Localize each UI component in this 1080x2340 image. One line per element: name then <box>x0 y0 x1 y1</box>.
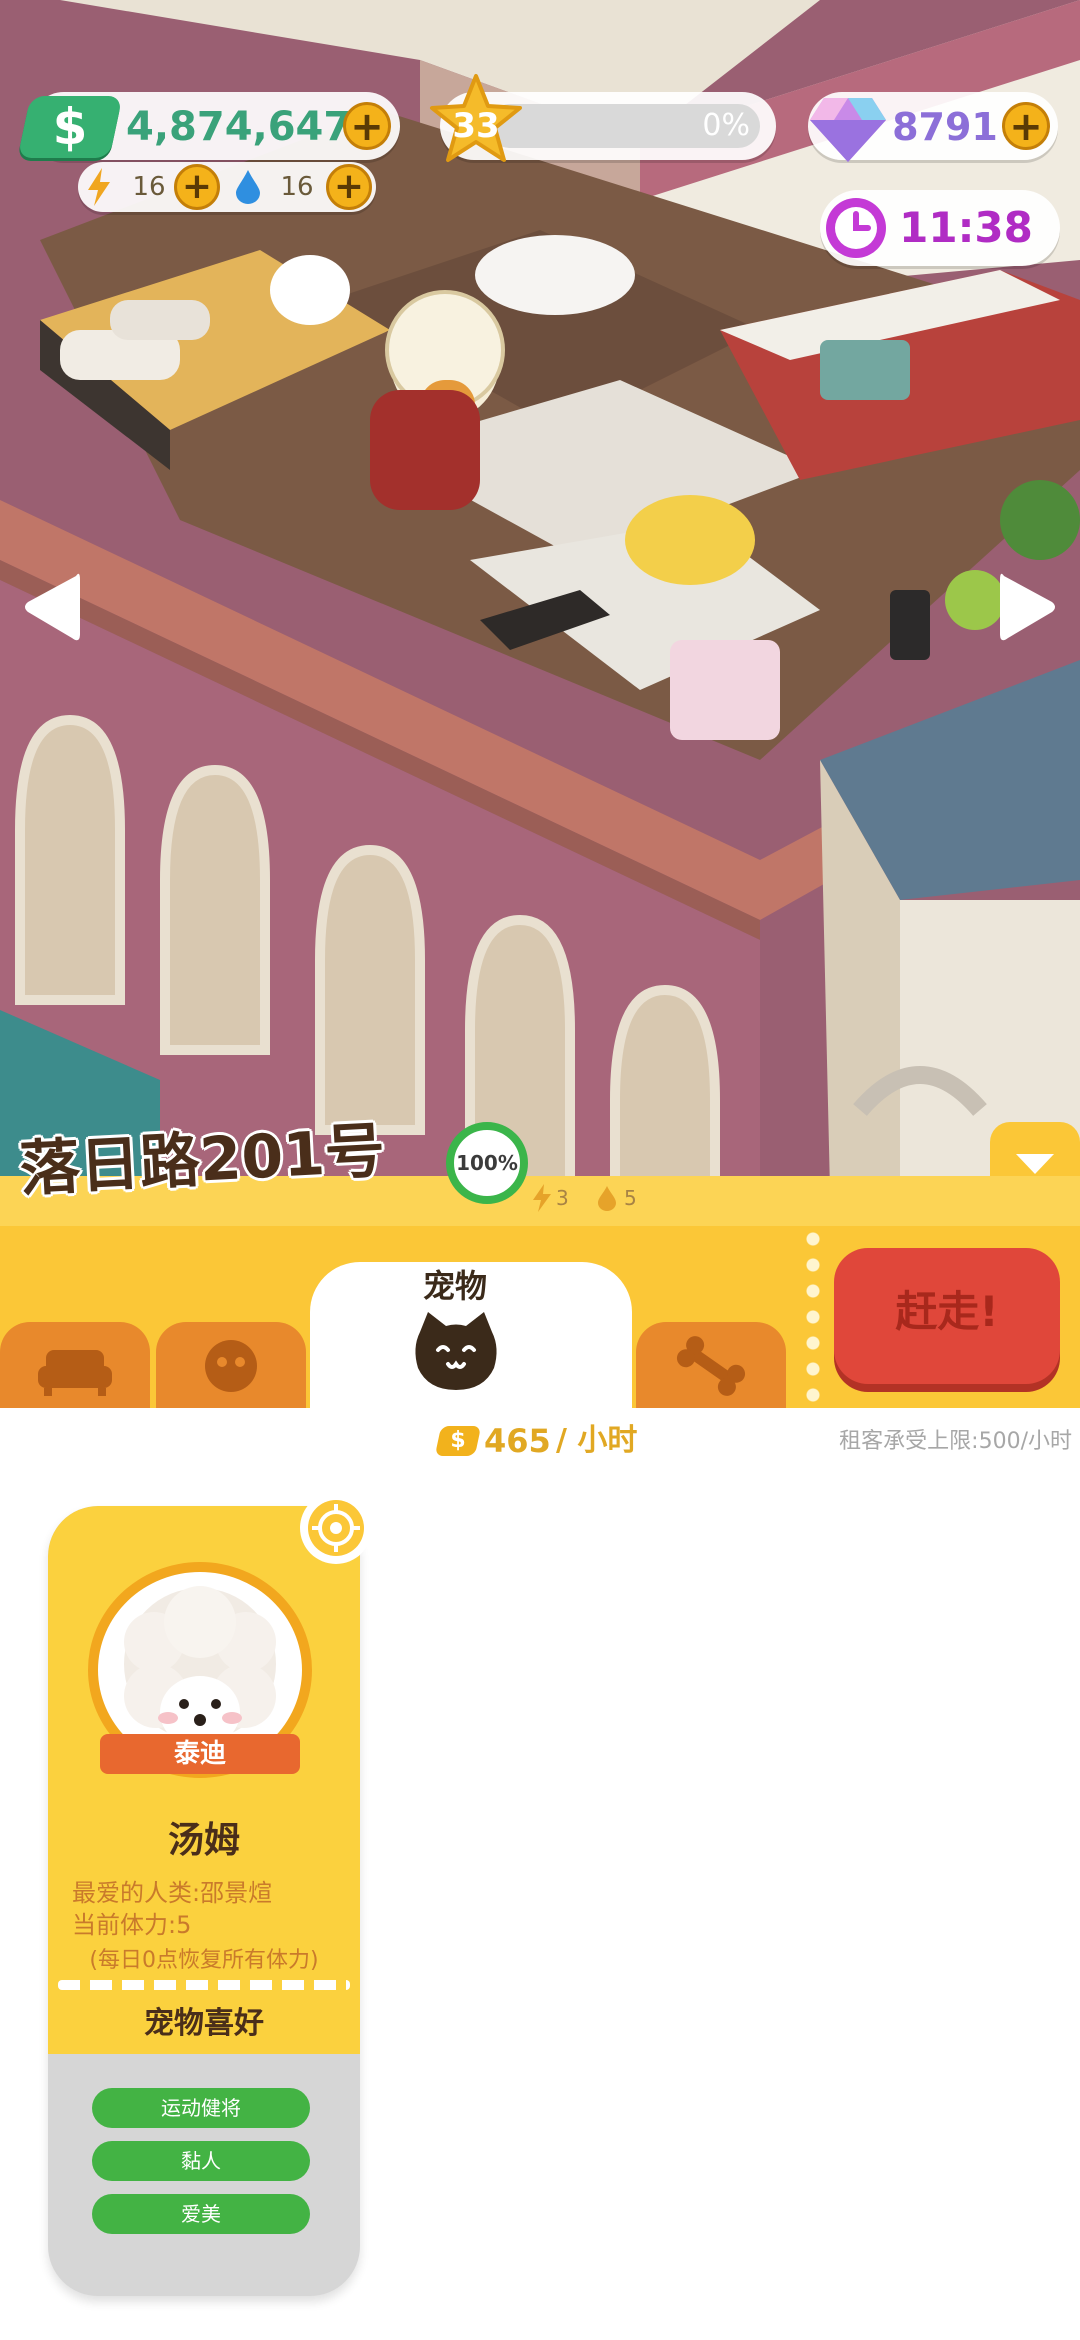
pet-recover-note: (每日0点恢复所有体力) <box>89 1948 319 1973</box>
completion-value: 100% <box>456 1151 518 1175</box>
tab-pet-items[interactable] <box>636 1322 786 1408</box>
money-value: 4,874,647 <box>126 104 352 150</box>
tab-furniture[interactable] <box>0 1322 150 1408</box>
level-progress-text: 0% <box>702 108 750 143</box>
level-value: 33 <box>452 106 500 146</box>
stat-lightning-icon <box>530 1184 554 1212</box>
locate-pet-button[interactable] <box>300 1492 372 1564</box>
tab-tenant[interactable] <box>156 1322 306 1408</box>
gem-icon <box>806 84 890 168</box>
lightning-icon <box>84 168 114 206</box>
face-icon <box>205 1340 257 1392</box>
arrow-right-icon[interactable] <box>996 570 1060 644</box>
add-money-button[interactable]: + <box>343 102 391 150</box>
add-gems-button[interactable]: + <box>1002 102 1050 150</box>
add-energy-button[interactable]: + <box>174 164 220 210</box>
income-unit: / 小时 <box>556 1423 638 1458</box>
pet-breed: 泰迪 <box>173 1739 226 1769</box>
pet-name: 汤姆 <box>167 1820 240 1861</box>
pet-prefs-title: 宠物喜好 <box>144 2006 264 2041</box>
gem-value: 8791 <box>892 105 998 149</box>
tenant-limit-text: 租客承受上限:500/小时 <box>839 1429 1072 1454</box>
add-water-button[interactable]: + <box>326 164 372 210</box>
time-value: 11:38 <box>899 203 1033 252</box>
stat-water: 5 <box>624 1186 637 1210</box>
income-value: 465 <box>484 1422 551 1460</box>
dot-divider <box>806 1226 820 1408</box>
pet-stamina: 当前体力:5 <box>72 1911 192 1939</box>
pet-pref-item: 爱美 <box>92 2194 310 2234</box>
pet-card-divider <box>58 1980 350 1990</box>
cat-icon <box>408 1308 504 1394</box>
evict-button-label: 赶走! <box>895 1287 999 1336</box>
energy-value: 16 <box>132 172 166 202</box>
pet-pref-item: 黏人 <box>92 2141 310 2181</box>
water-value: 16 <box>280 172 314 202</box>
tab-pet-label: 宠物 <box>422 1267 487 1305</box>
water-drop-icon <box>234 170 262 204</box>
pet-favorite-human: 最爱的人类:邵景煊 <box>72 1879 273 1907</box>
arrow-left-icon[interactable] <box>20 570 84 644</box>
sofa-icon <box>38 1350 112 1396</box>
stat-drop-icon <box>594 1184 620 1212</box>
bone-icon <box>676 1336 746 1396</box>
dollar-sign: $ <box>52 98 88 156</box>
pet-pref-item: 运动健将 <box>92 2088 310 2128</box>
stat-energy: 3 <box>556 1186 569 1210</box>
income-dollar-sign: $ <box>450 1428 466 1453</box>
clock-icon <box>822 194 890 262</box>
target-icon <box>308 1500 364 1556</box>
